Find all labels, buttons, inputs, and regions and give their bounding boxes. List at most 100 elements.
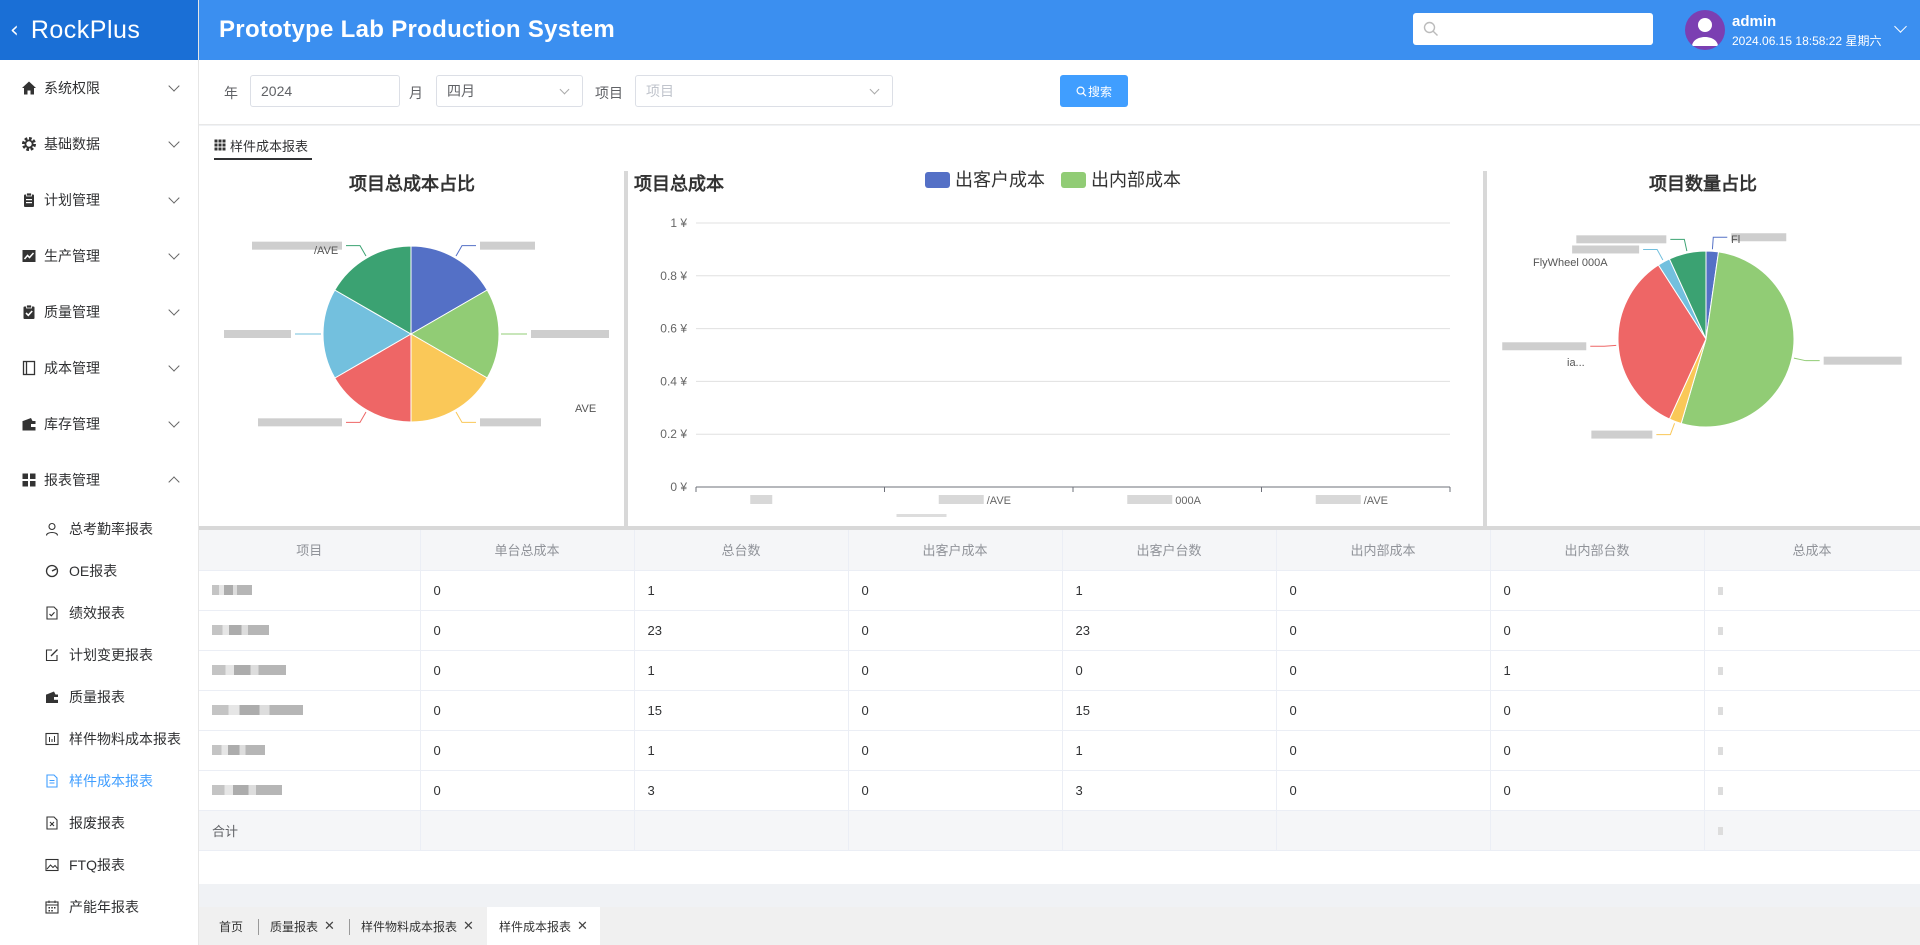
table-cell [1704,770,1920,811]
table-cell: 0 [1276,770,1491,811]
pie-label: AVE [575,403,596,415]
tab-quality-report[interactable]: 质量报表 ✕ [258,907,347,945]
close-icon[interactable]: ✕ [577,918,588,934]
trend-chart-icon [22,250,36,262]
sidebar-item-sample-material-cost-report[interactable]: 样件物料成本报表 [0,718,198,760]
table-cell [1704,610,1920,651]
pie-label-redacted [258,418,342,427]
tab-label: 质量报表 [270,919,319,934]
sidebar-item-performance-report[interactable]: 绩效报表 [0,592,198,634]
pie-label-line [346,245,367,257]
sidebar-menu-system[interactable]: 系统权限 [0,60,198,116]
tab-sample-material-cost-report[interactable]: 样件物料成本报表 ✕ [349,907,486,945]
table-row: 030300 [199,770,1920,811]
sidebar-item-ftq-report[interactable]: FTQ报表 [0,844,198,886]
brand-name: RockPlus [30,15,141,44]
year-label: 年 [224,85,238,101]
sidebar-item-quality-report[interactable]: 质量报表 [0,676,198,718]
y-tick-label: 0.8 ¥ [660,269,687,283]
sidebar-menu-production[interactable]: 生产管理 [0,228,198,284]
chevron-down-icon [168,416,180,428]
table-cell: 0 [1276,650,1491,691]
global-search-input[interactable] [1447,17,1643,41]
table-cell: 0 [420,610,635,651]
project-placeholder: 项目 [646,83,674,99]
table-cell: 0 [848,650,1063,691]
y-tick-label: 0.4 ¥ [660,374,687,388]
legend-label[interactable]: 出内部成本 [1091,170,1181,190]
sidebar-menu-reports[interactable]: 报表管理 [0,452,198,508]
sidebar-item-sample-cost-report[interactable]: 样件成本报表 [0,760,198,802]
table-cell: 0 [1276,610,1491,651]
chart-title: 项目总成本占比 [349,174,475,194]
table-cell [1704,810,1920,851]
sidebar-item-label: FTQ报表 [69,857,125,873]
tab-label: 首页 [219,919,244,934]
panel-tab[interactable]: 样件成本报表 [214,132,313,160]
sidebar-menu-inventory[interactable]: 库存管理 [0,396,198,452]
sidebar-item-label: 样件物料成本报表 [69,731,181,747]
sidebar-item-capacity-year-report[interactable]: 产能年报表 [0,886,198,928]
sidebar-menu-label: 基础数据 [44,136,100,152]
table-cell: 0 [848,730,1063,771]
table-cell: 0 [420,690,635,731]
global-search[interactable] [1413,13,1653,45]
user-menu-chevron-down-icon[interactable] [1894,20,1907,33]
column-header: 出客户成本 [848,530,1063,571]
tab-label: 样件成本报表 [499,919,572,934]
sidebar-menu-basic-data[interactable]: 基础数据 [0,116,198,172]
pie-label-redacted [1572,245,1640,254]
notebook-icon [22,360,36,376]
tab-label: 样件物料成本报表 [361,919,458,934]
redacted-total-cost [1717,706,1723,715]
data-table: 项目 单台总成本 总台数 出客户成本 出客户台数 出内部成本 出内部台数 总成本 010100… [199,530,1920,851]
pie-label: FlyWheel 000A [1533,257,1608,269]
legend-label[interactable]: 出客户成本 [955,170,1045,190]
table-cell: 15 [1062,690,1277,731]
gauge-icon [45,564,59,578]
tab-home[interactable]: 首页 [207,907,255,945]
search-button[interactable]: 搜索 [1060,75,1128,107]
close-icon[interactable]: ✕ [463,918,474,934]
sidebar-item-attendance-report[interactable]: 总考勤率报表 [0,508,198,550]
table-cell: 3 [1062,770,1277,811]
back-chevron-icon[interactable]: ‹ [10,18,19,43]
table-cell [199,770,421,811]
avatar[interactable] [1685,10,1725,50]
table-cell [1704,570,1920,611]
table-cell: 1 [634,570,849,611]
sidebar-menu-label: 成本管理 [44,360,100,376]
table-cell: 1 [634,730,849,771]
sidebar-item-scrap-report[interactable]: 报废报表 [0,802,198,844]
legend-swatch[interactable] [1061,172,1086,188]
sidebar-menu-quality[interactable]: 质量管理 [0,284,198,340]
logo-bar: ‹ RockPlus [0,0,198,60]
sidebar-menu-label: 质量管理 [44,304,100,320]
legend-swatch[interactable] [925,172,950,188]
sidebar-item-plan-change-report[interactable]: 计划变更报表 [0,634,198,676]
month-select[interactable]: 四月 [436,75,583,107]
table-cell: 合计 [199,810,421,851]
table-row: 0 23 0 23 0 0 [199,610,1920,651]
pie-label: ia... [1567,357,1585,369]
sidebar-menu-plan[interactable]: 计划管理 [0,172,198,228]
year-input[interactable]: 2024 [250,75,400,107]
sidebar-menu-cost[interactable]: 成本管理 [0,340,198,396]
redacted-project-name [212,784,282,795]
tab-sample-cost-report[interactable]: 样件成本报表 ✕ [487,907,600,945]
document-remove-icon [46,816,58,830]
table-cell [1704,650,1920,691]
current-datetime: 2024.06.15 18:58:22 星期六 [1732,34,1882,48]
sidebar-item-oe-report[interactable]: OE报表 [0,550,198,592]
pie-label: /AVE [314,245,338,257]
chart-title: 项目总成本 [634,174,724,194]
project-select[interactable]: 项目 [635,75,893,107]
pie-label-redacted [224,330,291,338]
chevron-down-icon [168,304,180,316]
x-label-redacted [1127,495,1173,504]
table-cell: 0 [420,730,635,771]
sidebar-item-label: 报废报表 [69,815,125,831]
close-icon[interactable]: ✕ [324,918,335,934]
redacted-total-cost [1717,786,1723,795]
column-header: 单台总成本 [420,530,635,571]
